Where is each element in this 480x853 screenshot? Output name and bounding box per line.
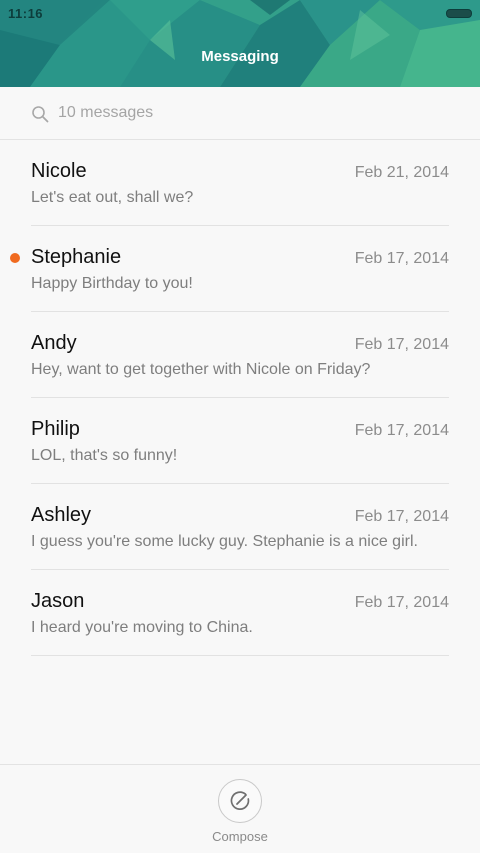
message-item-andy[interactable]: Andy Feb 17, 2014 Hey, want to get toget… [31, 312, 449, 398]
status-bar: 11:16 [0, 0, 480, 28]
message-date: Feb 17, 2014 [354, 508, 449, 525]
status-time: 11:16 [8, 6, 44, 21]
message-list: Nicole Feb 21, 2014 Let's eat out, shall… [0, 140, 480, 656]
message-item-stephanie[interactable]: Stephanie Feb 17, 2014 Happy Birthday to… [10, 226, 449, 312]
message-date: Feb 17, 2014 [354, 336, 449, 353]
unread-indicator [10, 253, 20, 263]
messaging-screen: 11:16 Messaging 10 messages Nicole Feb 2… [0, 0, 480, 853]
message-item-philip[interactable]: Philip Feb 17, 2014 LOL, that's so funny… [31, 398, 449, 484]
message-preview: I guess you're some lucky guy. Stephanie… [31, 533, 418, 550]
search-bar[interactable]: 10 messages [0, 87, 480, 140]
message-item-ashley[interactable]: Ashley Feb 17, 2014 I guess you're some … [31, 484, 449, 570]
compose-button[interactable] [218, 779, 262, 823]
contact-name: Stephanie [31, 246, 122, 268]
contact-name: Ashley [31, 504, 92, 526]
bottom-action-bar: Compose [0, 764, 480, 853]
app-header: 11:16 Messaging [0, 0, 480, 87]
search-input[interactable]: 10 messages [58, 104, 153, 122]
message-preview: Let's eat out, shall we? [31, 189, 194, 206]
search-icon [32, 106, 49, 123]
message-preview: LOL, that's so funny! [31, 447, 178, 464]
message-item-jason[interactable]: Jason Feb 17, 2014 I heard you're moving… [31, 570, 449, 656]
message-date: Feb 17, 2014 [354, 594, 449, 611]
message-item-nicole[interactable]: Nicole Feb 21, 2014 Let's eat out, shall… [31, 140, 449, 226]
page-title: Messaging [201, 48, 279, 65]
message-preview: I heard you're moving to China. [31, 619, 253, 636]
contact-name: Andy [31, 332, 77, 354]
contact-name: Philip [31, 418, 80, 440]
compose-icon [230, 791, 250, 810]
message-date: Feb 21, 2014 [354, 164, 449, 181]
message-date: Feb 17, 2014 [354, 250, 449, 267]
message-preview: Happy Birthday to you! [31, 275, 193, 292]
compose-label: Compose [212, 829, 268, 844]
message-date: Feb 17, 2014 [354, 422, 449, 439]
contact-name: Nicole [31, 160, 87, 182]
contact-name: Jason [31, 590, 85, 612]
battery-icon [446, 9, 472, 18]
message-preview: Hey, want to get together with Nicole on… [31, 361, 371, 378]
